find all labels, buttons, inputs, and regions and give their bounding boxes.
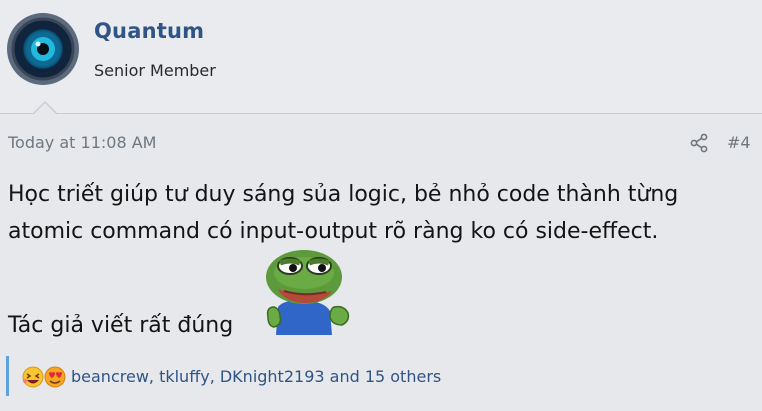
post-text-line: Học triết giúp tư duy sáng sủa logic, bẻ…	[8, 182, 679, 207]
reaction-icons[interactable]	[21, 364, 69, 390]
pepe-sticker	[266, 250, 350, 335]
username[interactable]: Quantum	[94, 19, 204, 43]
love-emoji-icon	[44, 366, 66, 388]
post-text-line: Tác giả viết rất đúng	[8, 313, 234, 338]
share-icon[interactable]	[689, 133, 709, 153]
post: Today at 11:08 AM #4 Học triết giúp tư d…	[0, 114, 762, 411]
user-block: Quantum Senior Member	[0, 0, 762, 114]
post-date[interactable]: Today at 11:08 AM	[8, 133, 156, 152]
post-text-line: atomic command có input-output rõ ràng k…	[8, 219, 659, 244]
haha-emoji-icon	[22, 366, 44, 388]
avatar-eye-icon	[11, 17, 75, 81]
reaction-users-link[interactable]: beancrew, tkluffy, DKnight2193 and 15 ot…	[71, 367, 441, 386]
user-title: Senior Member	[94, 61, 216, 80]
post-number[interactable]: #4	[727, 133, 751, 152]
reactions-bar[interactable]: beancrew, tkluffy, DKnight2193 and 15 ot…	[6, 356, 757, 396]
avatar[interactable]	[7, 13, 79, 85]
